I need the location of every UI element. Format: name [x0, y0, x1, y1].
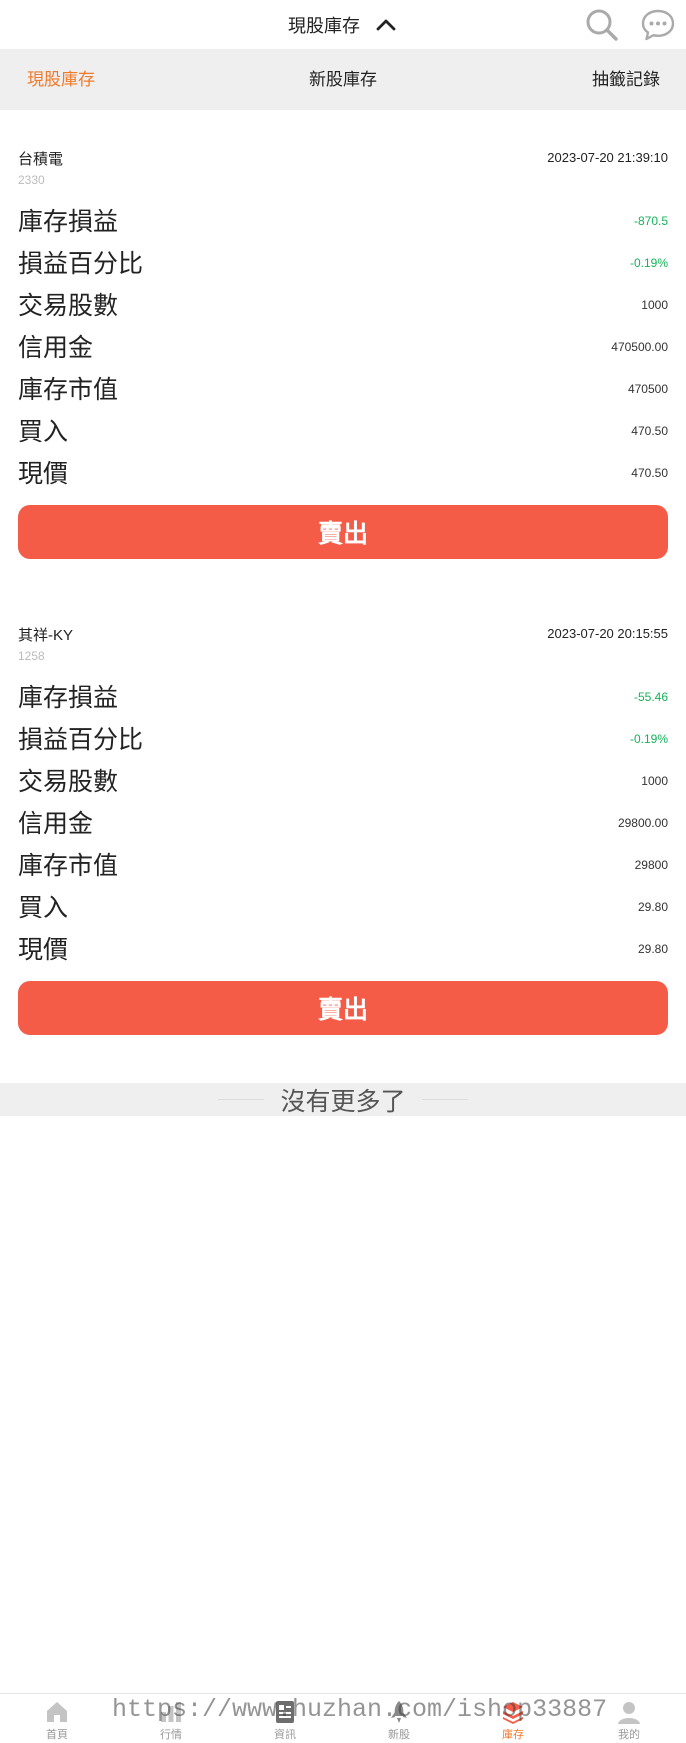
stock-code: 1258: [18, 649, 45, 663]
nav-home[interactable]: 首頁: [0, 1694, 114, 1743]
row-value: 1000: [641, 774, 668, 788]
list-end-indicator: 沒有更多了: [0, 1083, 686, 1116]
detail-row-market-value: 庫存市值 29800: [0, 844, 686, 886]
detail-row-shares: 交易股數 1000: [0, 284, 686, 326]
sell-button[interactable]: 賣出: [18, 505, 668, 559]
detail-row-current-price: 現價 470.50: [0, 452, 686, 494]
stock-name: 其祥-KY: [18, 627, 74, 644]
chevron-up-icon: [376, 19, 396, 30]
row-value: 470.50: [631, 466, 668, 480]
holding-card-header: 台積電 2330 2023-07-20 21:39:10: [0, 142, 686, 187]
row-label: 買入: [18, 418, 69, 446]
divider: [218, 1099, 265, 1100]
trade-time: 2023-07-20 21:39:10: [547, 150, 668, 165]
row-value: 29.80: [637, 900, 668, 914]
detail-row-profit-percent: 損益百分比 -0.19%: [0, 718, 686, 760]
nav-news[interactable]: 資訊: [228, 1694, 342, 1743]
row-value: -870.5: [633, 214, 668, 228]
row-value: 470500: [627, 382, 668, 396]
row-label: 損益百分比: [18, 250, 144, 278]
top-header: 現股庫存: [0, 0, 686, 49]
detail-row-current-price: 現價 29.80: [0, 928, 686, 970]
detail-row-market-value: 庫存市值 470500: [0, 368, 686, 410]
row-label: 損益百分比: [18, 726, 144, 754]
search-icon[interactable]: [584, 7, 620, 43]
row-value: -0.19%: [629, 732, 668, 746]
detail-row-profit-percent: 損益百分比 -0.19%: [0, 242, 686, 284]
market-icon: [161, 1702, 181, 1722]
nav-label: 行情: [160, 1729, 182, 1741]
detail-row-shares: 交易股數 1000: [0, 760, 686, 802]
nav-label: 我的: [618, 1729, 640, 1741]
holding-card-header: 其祥-KY 1258 2023-07-20 20:15:55: [0, 618, 686, 663]
row-label: 庫存損益: [18, 208, 119, 236]
nav-label: 新股: [388, 1729, 410, 1741]
row-value: 1000: [641, 298, 668, 312]
holding-detail-list: 庫存損益 -55.46 損益百分比 -0.19% 交易股數 1000 信用金 2…: [0, 676, 686, 970]
row-label: 庫存市值: [18, 376, 119, 404]
nav-label: 庫存: [502, 1729, 524, 1741]
row-value: -0.19%: [629, 256, 668, 270]
user-icon: [618, 1702, 640, 1724]
nav-holdings[interactable]: 庫存: [456, 1694, 570, 1743]
row-value: -55.46: [633, 690, 668, 704]
row-value: 29800: [634, 858, 668, 872]
detail-row-buy-price: 買入 29.80: [0, 886, 686, 928]
detail-row-buy-price: 買入 470.50: [0, 410, 686, 452]
row-value: 29800.00: [617, 816, 668, 830]
stock-code: 2330: [18, 173, 45, 187]
chat-bubble-icon[interactable]: [640, 7, 676, 43]
trade-time: 2023-07-20 20:15:55: [547, 626, 668, 641]
detail-row-margin: 信用金 29800.00: [0, 802, 686, 844]
row-label: 買入: [18, 894, 69, 922]
tab-spot-holdings[interactable]: 現股庫存: [27, 49, 95, 110]
row-label: 交易股數: [18, 292, 119, 320]
row-label: 庫存市值: [18, 852, 119, 880]
detail-row-margin: 信用金 470500.00: [0, 326, 686, 368]
nav-label: 資訊: [274, 1729, 296, 1741]
holding-card: 台積電 2330 2023-07-20 21:39:10 庫存損益 -870.5…: [0, 142, 686, 559]
row-label: 交易股數: [18, 768, 119, 796]
tab-lottery-records[interactable]: 抽籤記錄: [592, 49, 660, 110]
detail-row-profit-loss: 庫存損益 -55.46: [0, 676, 686, 718]
no-more-text: 沒有更多了: [280, 1087, 406, 1116]
stack-icon: [503, 1702, 523, 1724]
nav-new-stock[interactable]: 新股: [342, 1694, 456, 1743]
row-value: 470500.00: [611, 340, 668, 354]
row-label: 信用金: [18, 334, 94, 362]
holding-type-tabs: 現股庫存 新股庫存 抽籤記錄: [0, 49, 686, 110]
row-label: 庫存損益: [18, 684, 119, 712]
row-label: 信用金: [18, 810, 94, 838]
holding-detail-list: 庫存損益 -870.5 損益百分比 -0.19% 交易股數 1000 信用金 4…: [0, 200, 686, 494]
row-label: 現價: [18, 460, 69, 488]
home-icon: [47, 1702, 67, 1722]
stock-name: 台積電: [18, 151, 64, 168]
sell-button[interactable]: 賣出: [18, 981, 668, 1035]
tab-new-stock-holdings[interactable]: 新股庫存: [309, 70, 377, 89]
row-label: 現價: [18, 936, 69, 964]
divider: [421, 1099, 468, 1100]
rocket-icon: [391, 1701, 407, 1723]
nav-label: 首頁: [46, 1729, 68, 1741]
row-value: 470.50: [631, 424, 668, 438]
bottom-nav: 首頁 行情 資訊 新股 庫存 我的: [0, 1693, 686, 1743]
detail-row-profit-loss: 庫存損益 -870.5: [0, 200, 686, 242]
tab-new-stock-holdings-wrap: 新股庫存: [0, 49, 686, 110]
row-value: 29.80: [637, 942, 668, 956]
nav-market[interactable]: 行情: [114, 1694, 228, 1743]
page-title: 現股庫存: [288, 15, 360, 36]
news-icon: [276, 1701, 294, 1723]
nav-profile[interactable]: 我的: [572, 1694, 686, 1743]
holding-card: 其祥-KY 1258 2023-07-20 20:15:55 庫存損益 -55.…: [0, 618, 686, 1035]
